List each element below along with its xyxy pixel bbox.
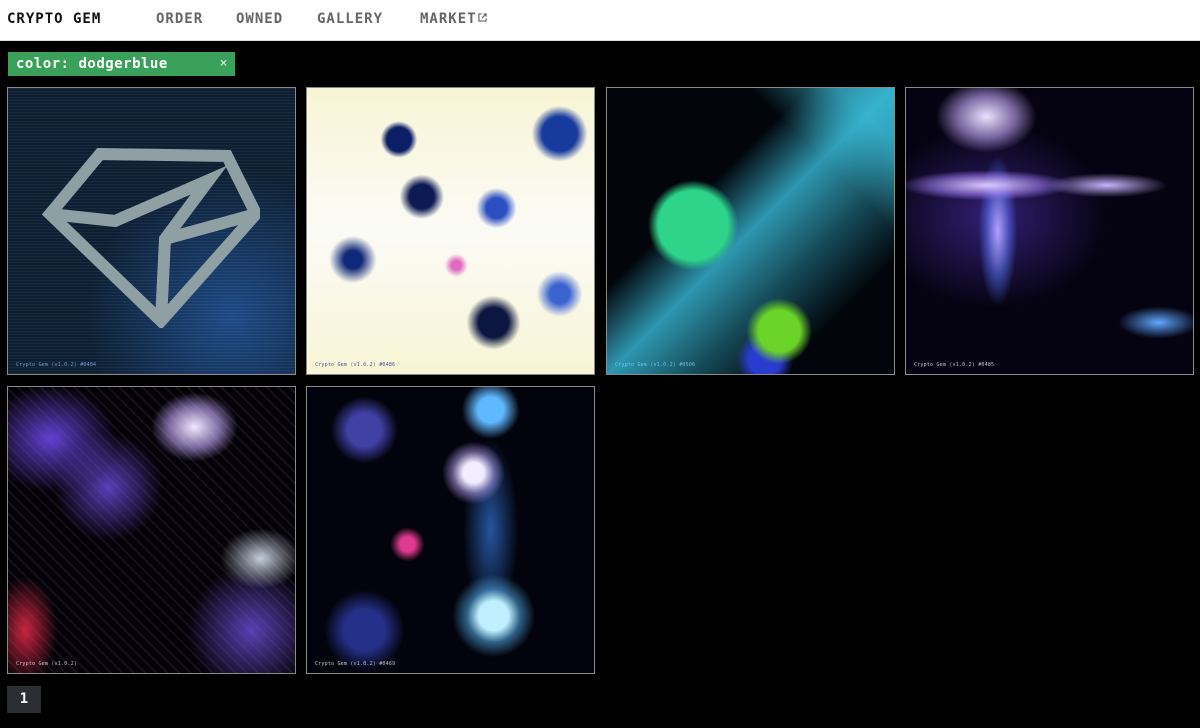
gem-card[interactable]: Crypto Gem (v1.0.2) #0486 [306, 87, 595, 375]
gem-caption: Crypto Gem (v1.0.2) #0506 [615, 362, 696, 368]
filter-label: color: dodgerblue [16, 56, 168, 72]
gem-card[interactable]: Crypto Gem (v1.0.2) #0469 [306, 386, 595, 674]
nav-link-market[interactable]: MARKET [420, 11, 487, 27]
gem-caption: Crypto Gem (v1.0.2) #0484 [16, 362, 97, 368]
gem-caption: Crypto Gem (v1.0.2) #0486 [315, 362, 396, 368]
gem-caption: Crypto Gem (v1.0.2) #0485 [914, 362, 995, 368]
page-1-button[interactable]: 1 [7, 686, 41, 713]
top-nav: CRYPTO GEM ORDER OWNED GALLERY MARKET [0, 0, 1200, 41]
gem-caption: Crypto Gem (v1.0.2) #0469 [315, 661, 396, 667]
gem-card[interactable]: Crypto Gem (v1.0.2) [7, 386, 296, 674]
nav-link-order[interactable]: ORDER [156, 11, 203, 27]
color-filter-tag: color: dodgerblue × [8, 52, 235, 76]
gem-caption: Crypto Gem (v1.0.2) [16, 661, 77, 667]
remove-filter-button[interactable]: × [220, 52, 228, 76]
gem-card[interactable]: Crypto Gem (v1.0.2) #0485 [905, 87, 1194, 375]
gem-card[interactable]: Crypto Gem (v1.0.2) #0484 [7, 87, 296, 375]
gem-card[interactable]: Crypto Gem (v1.0.2) #0506 [606, 87, 895, 375]
nav-link-market-label: MARKET [420, 11, 477, 27]
nav-link-gallery[interactable]: GALLERY [317, 11, 383, 27]
diamond-icon [42, 147, 260, 328]
external-link-icon [477, 13, 487, 22]
nav-link-owned[interactable]: OWNED [236, 11, 283, 27]
brand-logo[interactable]: CRYPTO GEM [7, 11, 101, 27]
